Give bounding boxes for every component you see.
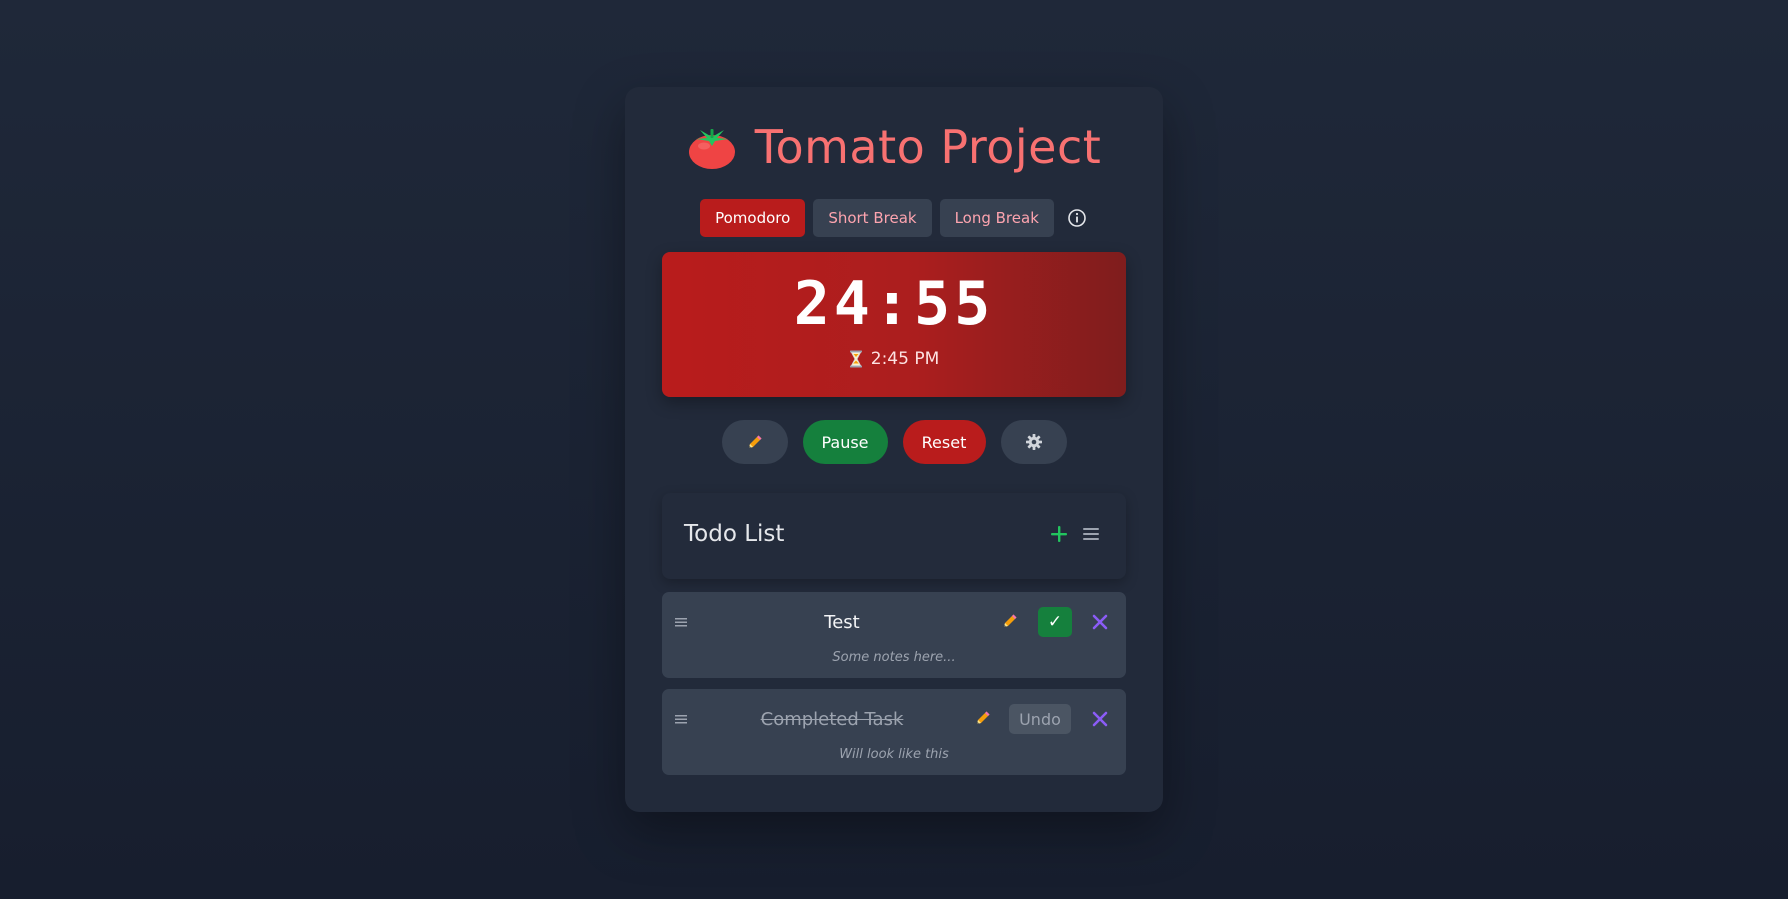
pencil-icon (977, 711, 990, 724)
timer-display: 24:55 2:45 PM (662, 252, 1126, 397)
delete-task-button[interactable] (1091, 710, 1109, 732)
todo-tools (1048, 523, 1102, 545)
gear-icon (1025, 434, 1042, 450)
edit-timer-button[interactable] (721, 420, 788, 464)
settings-button[interactable] (1000, 420, 1067, 464)
app-header: Tomato Project (625, 117, 1163, 177)
timer-value: 24:55 (793, 269, 995, 339)
todo-list-header: Todo List (662, 493, 1126, 579)
todo-list-title: Todo List (684, 521, 785, 547)
end-time-row: 2:45 PM (662, 349, 1126, 369)
hourglass-icon (849, 350, 862, 368)
delete-task-button[interactable] (1091, 613, 1109, 635)
task-name[interactable]: Test (692, 612, 992, 633)
plus-icon[interactable] (1048, 523, 1070, 545)
timer-controls: Pause Reset (625, 420, 1163, 464)
task-name[interactable]: Completed Task (682, 709, 982, 730)
info-icon[interactable] (1066, 207, 1088, 229)
menu-icon[interactable] (1080, 523, 1102, 545)
tab-short-break[interactable]: Short Break (813, 199, 932, 237)
end-time-label: 2:45 PM (870, 349, 940, 369)
pencil-icon (748, 435, 761, 448)
app-title: Tomato Project (754, 120, 1102, 174)
close-icon (1092, 711, 1108, 727)
pomodoro-card: Tomato Project Pomodoro Short Break Long… (625, 87, 1163, 812)
task-notes: Will look like this (839, 747, 949, 762)
drag-handle-icon[interactable] (674, 615, 688, 629)
undo-task-button[interactable]: Undo (1009, 704, 1071, 734)
task-notes: Some notes here... (832, 650, 956, 665)
todo-item: Test ✓ Some notes here... (662, 592, 1126, 678)
reset-button[interactable]: Reset (902, 420, 986, 464)
tab-pomodoro[interactable]: Pomodoro (700, 199, 806, 237)
tab-long-break[interactable]: Long Break (939, 199, 1054, 237)
pause-button[interactable]: Pause (802, 420, 888, 464)
close-icon (1092, 614, 1108, 630)
complete-task-button[interactable]: ✓ (1038, 607, 1072, 637)
todo-item: Completed Task Undo Will look like this (662, 689, 1126, 775)
edit-task-button[interactable] (1001, 612, 1019, 634)
pencil-icon (1004, 614, 1017, 627)
tomato-icon (688, 129, 735, 169)
mode-tabs: Pomodoro Short Break Long Break (625, 199, 1163, 237)
edit-task-button[interactable] (974, 709, 992, 731)
